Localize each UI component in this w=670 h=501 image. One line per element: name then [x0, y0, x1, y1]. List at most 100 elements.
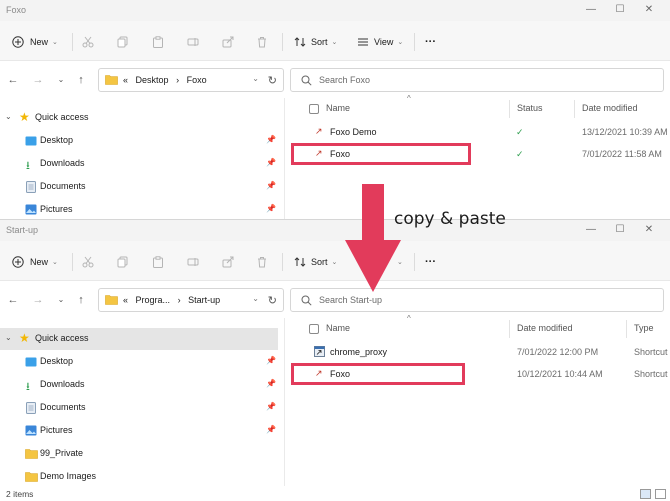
- delete-button[interactable]: [256, 34, 268, 50]
- copy-button[interactable]: [117, 34, 129, 50]
- nav-item-documents[interactable]: Documents 📌: [0, 397, 278, 419]
- refresh-icon[interactable]: ↻: [268, 294, 277, 307]
- new-button[interactable]: New ⌄: [12, 34, 58, 50]
- nav-item-quick-access[interactable]: ⌄ ★ Quick access: [0, 328, 278, 350]
- pane-splitter[interactable]: [284, 318, 285, 486]
- column-header-type[interactable]: Type: [634, 323, 654, 333]
- command-bar: New ⌄ Sort ⌄ View ⌄ ···: [0, 21, 670, 61]
- sort-arrows-icon: [294, 36, 306, 48]
- breadcrumb-item[interactable]: Start-up: [188, 295, 220, 305]
- breadcrumb-item[interactable]: Desktop: [136, 75, 169, 85]
- column-header-date-modified[interactable]: Date modified: [582, 103, 638, 113]
- nav-item-downloads[interactable]: ⭳ Downloads 📌: [0, 374, 278, 396]
- chevron-down-icon[interactable]: ⌄: [5, 333, 12, 342]
- view-button[interactable]: View ⌄: [357, 34, 403, 50]
- annotation-label: copy & paste: [394, 209, 506, 229]
- nav-item-desktop[interactable]: Desktop 📌: [0, 351, 278, 373]
- address-bar[interactable]: « Desktop › Foxo ⌄ ↻: [98, 68, 284, 92]
- share-button[interactable]: [222, 254, 234, 270]
- breadcrumb-item[interactable]: Foxo: [187, 75, 207, 85]
- forward-arrow-icon[interactable]: →: [31, 73, 45, 87]
- rename-button[interactable]: [187, 34, 199, 50]
- maximize-button[interactable]: ☐: [611, 3, 629, 17]
- share-icon: [222, 256, 234, 268]
- chevron-down-icon: ⌄: [397, 39, 404, 46]
- select-all-checkbox[interactable]: [309, 104, 319, 114]
- paste-button[interactable]: [152, 254, 164, 270]
- search-box[interactable]: Search Foxo: [290, 68, 664, 92]
- sort-button[interactable]: Sort ⌄: [294, 34, 337, 50]
- column-separator[interactable]: [509, 320, 510, 338]
- nav-item-pictures[interactable]: Pictures 📌: [0, 199, 278, 220]
- minimize-button[interactable]: —: [582, 3, 600, 17]
- nav-item-label: Downloads: [40, 379, 85, 389]
- file-name: Foxo Demo: [330, 127, 377, 137]
- column-separator[interactable]: [626, 320, 627, 338]
- file-row-foxo-demo[interactable]: ↗ Foxo Demo ✓ 13/12/2021 10:39 AM: [286, 121, 670, 143]
- address-bar[interactable]: « Progra... › Start-up ⌄ ↻: [98, 288, 284, 312]
- breadcrumb-overflow[interactable]: «: [123, 295, 128, 305]
- column-header-date-modified[interactable]: Date modified: [517, 323, 573, 333]
- folder-icon: [25, 472, 38, 484]
- recent-chevron-icon[interactable]: ⌄: [54, 73, 68, 87]
- up-arrow-icon[interactable]: ↑: [74, 73, 88, 87]
- cut-button[interactable]: [82, 34, 94, 50]
- breadcrumb-item[interactable]: Progra...: [136, 295, 171, 305]
- nav-item-demo-images[interactable]: Demo Images: [0, 466, 278, 488]
- column-separator[interactable]: [574, 100, 575, 118]
- new-button[interactable]: New ⌄: [12, 254, 58, 270]
- copy-icon: [117, 256, 129, 268]
- paste-button[interactable]: [152, 34, 164, 50]
- select-all-checkbox[interactable]: [309, 324, 319, 334]
- minimize-button[interactable]: —: [582, 223, 600, 237]
- recent-chevron-icon[interactable]: ⌄: [54, 293, 68, 307]
- close-button[interactable]: ✕: [640, 223, 658, 237]
- nav-item-downloads[interactable]: ⭳ Downloads 📌: [0, 153, 278, 175]
- clipboard-icon: [152, 36, 164, 48]
- shortcut-arrow-icon: ↗: [315, 126, 323, 136]
- back-arrow-icon[interactable]: ←: [6, 293, 20, 307]
- nav-item-quick-access[interactable]: ⌄ ★ Quick access: [0, 107, 278, 129]
- breadcrumb-separator: ›: [177, 295, 181, 305]
- address-history-chevron-icon[interactable]: ⌄: [252, 294, 259, 303]
- more-options-button[interactable]: ···: [425, 34, 436, 50]
- up-arrow-icon[interactable]: ↑: [74, 293, 88, 307]
- more-options-button[interactable]: ···: [425, 254, 436, 270]
- breadcrumb-overflow[interactable]: «: [123, 75, 128, 85]
- nav-item-label: Pictures: [40, 204, 73, 214]
- delete-button[interactable]: [256, 254, 268, 270]
- details-view-icon[interactable]: [640, 489, 651, 499]
- explorer-window-foxo: Foxo — ☐ ✕ New ⌄ Sort ⌄ View ⌄ ··· ← → ⌄…: [0, 0, 670, 220]
- chevron-down-icon[interactable]: ⌄: [5, 112, 12, 121]
- column-header-name[interactable]: Name: [326, 323, 350, 333]
- nav-item-99-private[interactable]: 99_Private: [0, 443, 278, 465]
- view-lines-icon: [357, 36, 369, 48]
- nav-item-desktop[interactable]: Desktop 📌: [0, 130, 278, 152]
- address-history-chevron-icon[interactable]: ⌄: [252, 74, 259, 83]
- pin-icon: 📌: [266, 402, 276, 411]
- nav-item-documents[interactable]: Documents 📌: [0, 176, 278, 198]
- column-header-status[interactable]: Status: [517, 103, 543, 113]
- share-button[interactable]: [222, 34, 234, 50]
- new-button-label: New: [30, 257, 49, 267]
- back-arrow-icon[interactable]: ←: [6, 73, 20, 87]
- maximize-button[interactable]: ☐: [611, 223, 629, 237]
- folder-icon: [105, 74, 118, 87]
- rename-button[interactable]: [187, 254, 199, 270]
- sort-ascending-icon: ^: [407, 314, 411, 323]
- forward-arrow-icon[interactable]: →: [31, 293, 45, 307]
- title-bar: Foxo — ☐ ✕: [0, 0, 670, 21]
- tiles-view-icon[interactable]: [655, 489, 666, 499]
- refresh-icon[interactable]: ↻: [268, 74, 277, 87]
- sort-button[interactable]: Sort ⌄: [294, 254, 337, 270]
- column-header-name[interactable]: Name: [326, 103, 350, 113]
- nav-item-pictures[interactable]: Pictures 📌: [0, 420, 278, 442]
- pane-splitter[interactable]: [284, 98, 285, 220]
- pin-icon: 📌: [266, 204, 276, 213]
- copy-button[interactable]: [117, 254, 129, 270]
- file-row-chrome-proxy[interactable]: chrome_proxy 7/01/2022 12:00 PM Shortcut: [286, 341, 670, 363]
- column-separator[interactable]: [509, 100, 510, 118]
- cut-button[interactable]: [82, 254, 94, 270]
- download-arrow-icon: ⭳: [26, 160, 30, 172]
- close-button[interactable]: ✕: [640, 3, 658, 17]
